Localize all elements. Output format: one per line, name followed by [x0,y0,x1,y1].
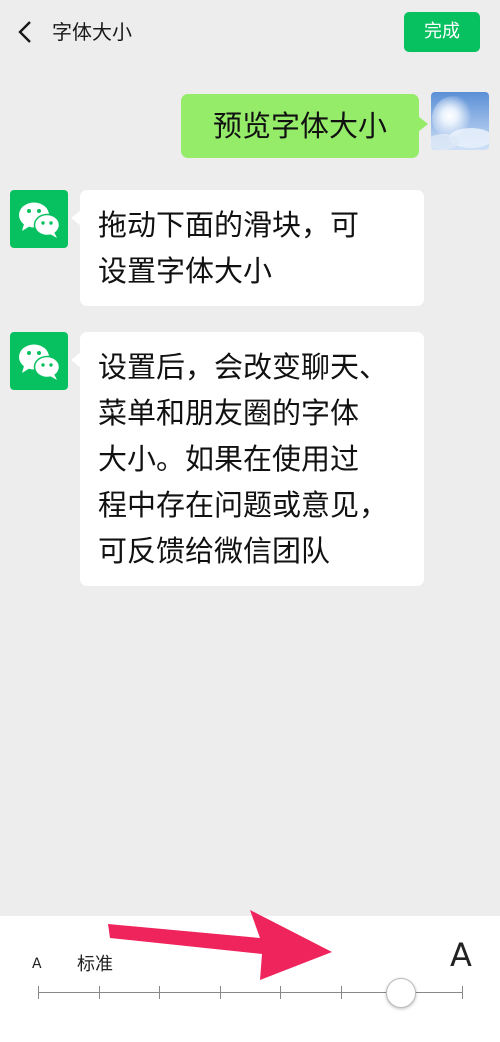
slider-tick [219,986,221,999]
message-line: 设置后，会改变聊天、 [98,350,389,384]
top-bar: 字体大小 完成 [0,0,500,64]
font-size-slider-thumb[interactable] [386,978,417,1008]
message-line: 菜单和朋友圈的字体 [98,396,360,430]
page-title: 字体大小 [52,20,132,44]
message-bubble: 拖动下面的滑块，可 设置字体大小 [71,190,424,306]
slider-tick [38,986,39,999]
wechat-logo-icon [19,202,61,238]
done-button[interactable]: 完成 [404,12,480,52]
message-line: 大小。如果在使用过 [98,442,360,476]
user-avatar [431,92,489,150]
wechat-avatar [10,190,68,248]
large-font-label: A [450,936,472,974]
small-font-label: A [32,956,42,972]
slider-tick [159,986,161,999]
wechat-avatar [10,332,68,390]
slider-tick [98,986,100,999]
slider-tick [280,986,282,999]
message-line: 设置字体大小 [98,254,273,288]
back-arrow-icon[interactable] [14,18,38,46]
slider-tick [462,986,463,999]
wechat-logo-icon [19,344,61,380]
message-line: 程中存在问题或意见， [98,488,389,522]
standard-label: 标准 [77,954,113,975]
slider-tick [340,986,342,999]
message-line: 拖动下面的滑块，可 [98,208,360,242]
preview-message-bubble: 预览字体大小 [181,94,428,158]
message-bubble: 设置后，会改变聊天、 菜单和朋友圈的字体 大小。如果在使用过 程中存在问题或意见… [71,332,424,586]
message-line: 可反馈给微信团队 [98,534,331,568]
font-size-panel: A 标准 A [0,916,500,1042]
